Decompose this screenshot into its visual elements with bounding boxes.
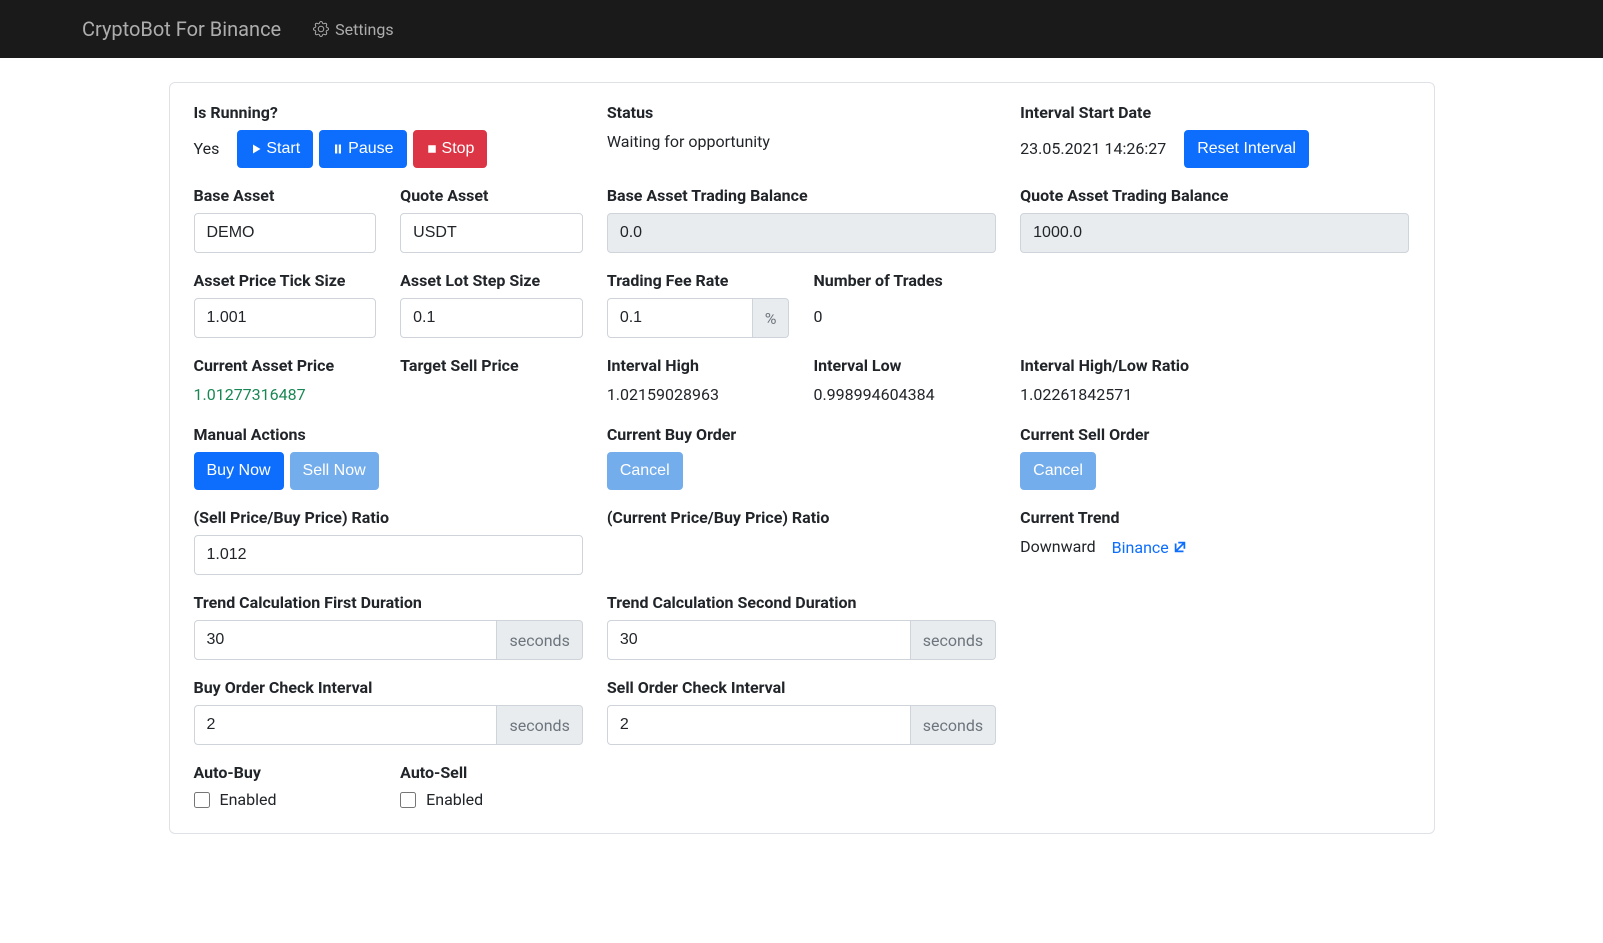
sell-check-input[interactable] [607,705,911,745]
current-buy-order-label: Current Buy Order [607,425,996,444]
buy-check-label: Buy Order Check Interval [194,678,583,697]
num-trades-label: Number of Trades [813,271,996,290]
fee-rate-suffix: % [753,298,790,338]
interval-high-value: 1.02159028963 [607,383,790,407]
auto-buy-checkbox[interactable] [194,792,210,808]
current-price-value: 1.01277316487 [194,383,377,407]
interval-high-label: Interval High [607,356,790,375]
sell-check-suffix: seconds [911,705,996,745]
auto-sell-label: Auto-Sell [400,763,583,782]
current-buy-ratio-label: (Current Price/Buy Price) Ratio [607,508,996,527]
sell-now-button[interactable]: Sell Now [290,452,379,490]
current-price-label: Current Asset Price [194,356,377,375]
start-button[interactable]: Start [237,130,313,168]
reset-interval-button[interactable]: Reset Interval [1184,130,1309,168]
trend-first-input[interactable] [194,620,498,660]
quote-asset-label: Quote Asset [400,186,583,205]
navbar-brand[interactable]: CryptoBot For Binance [82,17,281,41]
lot-step-label: Asset Lot Step Size [400,271,583,290]
interval-low-label: Interval Low [813,356,996,375]
status-value: Waiting for opportunity [607,130,996,154]
cancel-buy-button[interactable]: Cancel [607,452,683,490]
auto-buy-option-label: Enabled [220,790,277,809]
pause-icon [332,143,344,155]
trend-second-input[interactable] [607,620,911,660]
play-icon [250,143,262,155]
sell-buy-ratio-label: (Sell Price/Buy Price) Ratio [194,508,583,527]
settings-link[interactable]: Settings [313,20,393,39]
stop-icon [426,143,438,155]
trend-second-label: Trend Calculation Second Duration [607,593,996,612]
interval-start-value: 23.05.2021 14:26:27 [1020,137,1166,161]
current-trend-value: Downward [1020,535,1096,559]
fee-rate-label: Trading Fee Rate [607,271,790,290]
auto-buy-label: Auto-Buy [194,763,377,782]
binance-link[interactable]: Binance [1112,538,1187,557]
lot-step-input[interactable] [400,298,583,338]
base-balance-label: Base Asset Trading Balance [607,186,996,205]
auto-sell-checkbox[interactable] [400,792,416,808]
buy-check-suffix: seconds [497,705,582,745]
is-running-label: Is Running? [194,103,583,122]
interval-ratio-label: Interval High/Low Ratio [1020,356,1409,375]
sell-check-label: Sell Order Check Interval [607,678,996,697]
tick-size-input[interactable] [194,298,377,338]
is-running-value: Yes [194,137,220,161]
base-asset-input[interactable] [194,213,377,253]
trend-second-suffix: seconds [911,620,996,660]
navbar: CryptoBot For Binance Settings [0,0,1603,58]
tick-size-label: Asset Price Tick Size [194,271,377,290]
base-asset-label: Base Asset [194,186,377,205]
manual-actions-label: Manual Actions [194,425,583,444]
trend-first-label: Trend Calculation First Duration [194,593,583,612]
sell-buy-ratio-input[interactable] [194,535,583,575]
trend-first-suffix: seconds [497,620,582,660]
current-sell-order-label: Current Sell Order [1020,425,1409,444]
interval-ratio-value: 1.02261842571 [1020,383,1409,407]
current-trend-label: Current Trend [1020,508,1409,527]
target-sell-label: Target Sell Price [400,356,583,375]
external-link-icon [1173,540,1187,554]
num-trades-value: 0 [813,298,996,329]
cancel-sell-button[interactable]: Cancel [1020,452,1096,490]
quote-asset-input[interactable] [400,213,583,253]
quote-balance-input [1020,213,1409,253]
buy-now-button[interactable]: Buy Now [194,452,284,490]
interval-low-value: 0.998994604384 [813,383,996,407]
auto-sell-option-label: Enabled [426,790,483,809]
buy-check-input[interactable] [194,705,498,745]
quote-balance-label: Quote Asset Trading Balance [1020,186,1409,205]
fee-rate-input[interactable] [607,298,753,338]
stop-button[interactable]: Stop [413,130,488,168]
gear-icon [313,21,329,37]
pause-button[interactable]: Pause [319,130,406,168]
interval-start-label: Interval Start Date [1020,103,1409,122]
main-panel: Is Running? Yes Start Pause [169,82,1435,834]
base-balance-input [607,213,996,253]
status-label: Status [607,103,996,122]
